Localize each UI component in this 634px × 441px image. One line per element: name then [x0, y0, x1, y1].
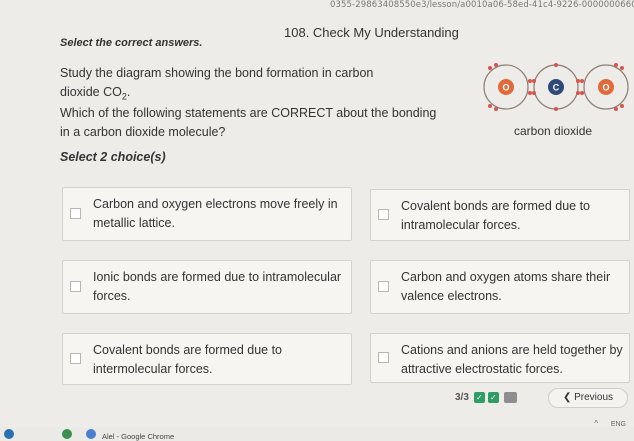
- atom-label-o-left: O: [502, 83, 509, 93]
- stem-line-1: Study the diagram showing the bond forma…: [60, 66, 374, 80]
- page-indicator: 3/3: [455, 392, 469, 403]
- progress-dot-2[interactable]: ✓: [488, 392, 499, 403]
- choice-checkbox-5[interactable]: [70, 353, 81, 364]
- instruction-text: Select the correct answers.: [60, 37, 203, 49]
- choice-text-5: Covalent bonds are formed due to intermo…: [93, 343, 283, 376]
- taskbar: Alel - Google Chrome: [0, 427, 634, 441]
- start-icon[interactable]: [4, 429, 14, 439]
- stem-tail: .: [126, 85, 131, 99]
- answer-choice-5[interactable]: Covalent bonds are formed due to intermo…: [62, 333, 352, 385]
- chrome-icon[interactable]: [86, 429, 96, 439]
- answer-choice-2[interactable]: Covalent bonds are formed due to intramo…: [370, 189, 630, 241]
- progress-dot-3[interactable]: [504, 392, 517, 403]
- question-stem-2: Which of the following statements are CO…: [60, 104, 436, 142]
- stem-line-1b: dioxide CO: [60, 85, 122, 99]
- choice-text-6: Cations and anions are held together by …: [401, 343, 623, 376]
- url-fragment: 0355-29863408550e3/lesson/a0010a06-58ed-…: [330, 0, 634, 10]
- question-title: 108. Check My Understanding: [284, 25, 459, 40]
- choice-text-2: Covalent bonds are formed due to intramo…: [401, 199, 591, 232]
- tray-caret-icon[interactable]: ^: [594, 419, 598, 428]
- app-icon[interactable]: [62, 429, 72, 439]
- answer-choice-3[interactable]: Ionic bonds are formed due to intramolec…: [62, 260, 352, 314]
- choice-text-4: Carbon and oxygen atoms share their vale…: [401, 270, 611, 303]
- choice-checkbox-4[interactable]: [378, 281, 389, 292]
- check-icon: ✓: [490, 393, 497, 402]
- answer-choice-4[interactable]: Carbon and oxygen atoms share their vale…: [370, 260, 630, 314]
- answer-choice-1[interactable]: Carbon and oxygen electrons move freely …: [62, 187, 352, 241]
- select-count-label: Select 2 choice(s): [60, 150, 166, 164]
- choice-text-1: Carbon and oxygen electrons move freely …: [93, 197, 338, 230]
- choice-text-3: Ionic bonds are formed due to intramolec…: [93, 270, 342, 303]
- atom-label-o-right: O: [602, 83, 609, 93]
- diagram-caption: carbon dioxide: [514, 124, 593, 138]
- choice-checkbox-3[interactable]: [70, 281, 81, 292]
- stem-line-2b: in a carbon dioxide molecule?: [60, 125, 226, 139]
- choice-checkbox-2[interactable]: [378, 209, 389, 220]
- co2-bond-diagram: O C O: [483, 63, 629, 111]
- choice-checkbox-1[interactable]: [70, 208, 81, 219]
- question-stem-1: Study the diagram showing the bond forma…: [60, 64, 373, 107]
- check-icon: ✓: [476, 393, 483, 402]
- choice-checkbox-6[interactable]: [378, 352, 389, 363]
- previous-button[interactable]: ❮ Previous: [548, 388, 628, 408]
- answer-choice-6[interactable]: Cations and anions are held together by …: [370, 333, 630, 383]
- tray-language[interactable]: ENG: [611, 421, 626, 428]
- stem-line-2a: Which of the following statements are CO…: [60, 106, 437, 120]
- taskbar-app-label[interactable]: Alel - Google Chrome: [102, 432, 174, 441]
- progress-dot-1[interactable]: ✓: [474, 392, 485, 403]
- atom-label-c: C: [553, 83, 560, 93]
